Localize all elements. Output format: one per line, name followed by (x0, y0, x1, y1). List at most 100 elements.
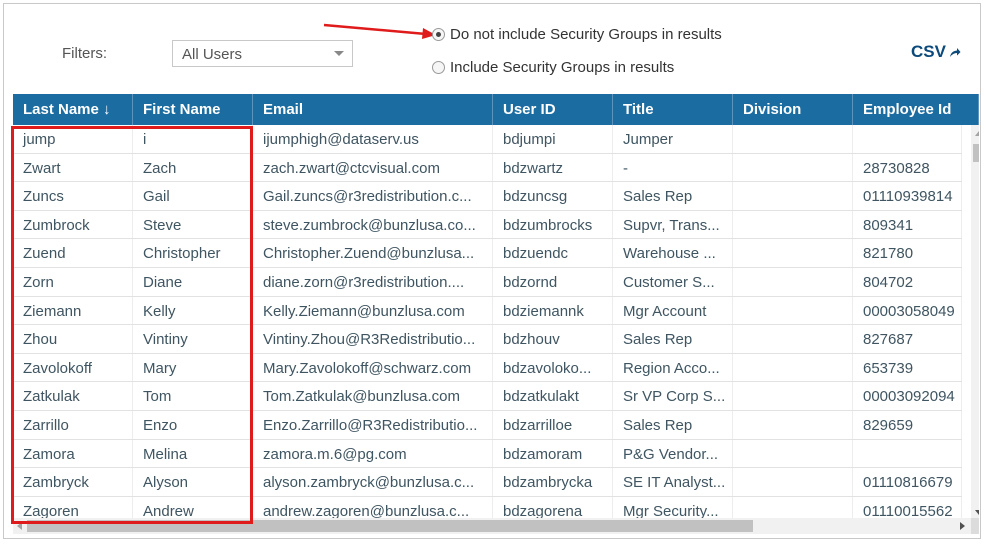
cell-division (733, 239, 853, 267)
cell-employee-id: 00003092094 (853, 382, 962, 410)
table-row[interactable]: Zhou Vintiny Vintiny.Zhou@R3Redistributio.… (13, 325, 962, 354)
cell-first-name: Alyson (133, 468, 253, 496)
table-row[interactable]: Zorn Diane diane.zorn@r3redistribution....… (13, 267, 962, 297)
cell-user-id: bdzuncsg (493, 182, 613, 210)
table-row[interactable]: Zuncs Gail Gail.zuncs@r3redistribution.c..… (13, 182, 962, 211)
table-row[interactable]: Zuend Christopher Christopher.Zuend@bunzlu… (13, 239, 962, 268)
cell-email: ijumphigh@dataserv.us (253, 125, 493, 153)
cell-user-id: bdzambrycka (493, 468, 613, 496)
col-header-last-name[interactable]: Last Name ↓ (13, 94, 133, 125)
cell-division (733, 382, 853, 410)
cell-user-id: bdzatkulakt (493, 382, 613, 410)
cell-first-name: Mary (133, 353, 253, 382)
cell-division (733, 410, 853, 439)
col-header-division[interactable]: Division (733, 94, 853, 125)
csv-export-button[interactable]: CSV (911, 42, 961, 62)
users-panel: Filters: All Users Do not include Securi… (3, 3, 981, 539)
cell-division (733, 153, 853, 182)
cell-email: alyson.zambryck@bunzlusa.c... (253, 468, 493, 496)
cell-title: Sr VP Corp S... (613, 382, 733, 410)
grid-header: Last Name ↓ First Name Email User ID Tit… (13, 94, 979, 125)
cell-email: Vintiny.Zhou@R3Redistributio... (253, 325, 493, 353)
horizontal-scrollbar[interactable] (13, 518, 971, 534)
cell-title: Sales Rep (613, 325, 733, 353)
cell-email: steve.zumbrock@bunzlusa.co... (253, 210, 493, 239)
cell-employee-id: 653739 (853, 353, 962, 382)
vertical-scroll-thumb[interactable] (973, 144, 979, 162)
cell-first-name: Zach (133, 153, 253, 182)
cell-last-name: Zuncs (13, 182, 133, 210)
cell-first-name: Enzo (133, 410, 253, 439)
table-row[interactable]: Zarrillo Enzo Enzo.Zarrillo@R3Redistributi… (13, 410, 962, 440)
exclude-security-groups-option[interactable]: Do not include Security Groups in result… (432, 26, 722, 43)
cell-last-name: Zamora (13, 439, 133, 468)
cell-first-name: Gail (133, 182, 253, 210)
cell-user-id: bdzavoloko... (493, 353, 613, 382)
grid-body: jump i ijumphigh@dataserv.us bdjumpi Jumper Z… (13, 125, 962, 534)
cell-first-name: Christopher (133, 239, 253, 267)
cell-title: Jumper (613, 125, 733, 153)
cell-last-name: Zatkulak (13, 382, 133, 410)
cell-employee-id: 804702 (853, 267, 962, 296)
table-row[interactable]: Ziemann Kelly Kelly.Ziemann@bunzlusa.com bd… (13, 296, 962, 326)
cell-first-name: Tom (133, 382, 253, 410)
users-grid: Last Name ↓ First Name Email User ID Tit… (13, 94, 979, 534)
col-header-employee-id[interactable]: Employee Id (853, 94, 979, 125)
cell-last-name: Zorn (13, 267, 133, 296)
table-row[interactable]: Zatkulak Tom Tom.Zatkulak@bunzlusa.com bdza… (13, 382, 962, 411)
cell-title: Warehouse ... (613, 239, 733, 267)
cell-user-id: bdzarrilloe (493, 410, 613, 439)
cell-division (733, 468, 853, 496)
table-row[interactable]: jump i ijumphigh@dataserv.us bdjumpi Jumper (13, 125, 962, 154)
col-header-first-name[interactable]: First Name (133, 94, 253, 125)
col-header-user-id[interactable]: User ID (493, 94, 613, 125)
cell-user-id: bdzamoram (493, 439, 613, 468)
horizontal-scroll-thumb[interactable] (27, 520, 753, 532)
cell-employee-id: 821780 (853, 239, 962, 267)
vertical-scrollbar[interactable] (971, 125, 979, 521)
cell-user-id: bdjumpi (493, 125, 613, 153)
scroll-down-icon[interactable] (975, 510, 979, 515)
radio-exclude[interactable] (432, 28, 445, 41)
cell-email: Tom.Zatkulak@bunzlusa.com (253, 382, 493, 410)
cell-email: Christopher.Zuend@bunzlusa... (253, 239, 493, 267)
col-header-email[interactable]: Email (253, 94, 493, 125)
cell-email: Mary.Zavolokoff@schwarz.com (253, 353, 493, 382)
cell-first-name: Diane (133, 267, 253, 296)
table-row[interactable]: Zavolokoff Mary Mary.Zavolokoff@schwarz.co… (13, 353, 962, 383)
scroll-right-icon[interactable] (960, 522, 965, 530)
include-security-groups-label: Include Security Groups in results (450, 59, 675, 76)
table-row[interactable]: Zamora Melina zamora.m.6@pg.com bdzamoram P&… (13, 439, 962, 469)
cell-last-name: Zumbrock (13, 210, 133, 239)
scroll-up-icon[interactable] (975, 131, 979, 136)
cell-division (733, 439, 853, 468)
cell-title: Supvr, Trans... (613, 210, 733, 239)
cell-last-name: Zhou (13, 325, 133, 353)
cell-title: Region Acco... (613, 353, 733, 382)
cell-first-name: Steve (133, 210, 253, 239)
col-header-title[interactable]: Title (613, 94, 733, 125)
cell-division (733, 353, 853, 382)
table-row[interactable]: Zumbrock Steve steve.zumbrock@bunzlusa.co.… (13, 210, 962, 240)
table-row[interactable]: Zambryck Alyson alyson.zambryck@bunzlusa.c… (13, 468, 962, 497)
scrollbar-corner (971, 518, 979, 534)
cell-email: diane.zorn@r3redistribution.... (253, 267, 493, 296)
cell-last-name: Ziemann (13, 296, 133, 325)
radio-include[interactable] (432, 61, 445, 74)
table-row[interactable]: Zwart Zach zach.zwart@ctcvisual.com bdzwart… (13, 153, 962, 183)
cell-employee-id: 829659 (853, 410, 962, 439)
cell-title: SE IT Analyst... (613, 468, 733, 496)
filters-label: Filters: (62, 45, 107, 62)
cell-first-name: Vintiny (133, 325, 253, 353)
include-security-groups-option[interactable]: Include Security Groups in results (432, 59, 674, 76)
cell-last-name: jump (13, 125, 133, 153)
filter-select[interactable]: All Users (172, 40, 353, 67)
scroll-left-icon[interactable] (17, 522, 22, 530)
chevron-down-icon (334, 51, 344, 56)
cell-email: zach.zwart@ctcvisual.com (253, 153, 493, 182)
cell-last-name: Zuend (13, 239, 133, 267)
share-arrow-icon (949, 48, 961, 57)
cell-first-name: i (133, 125, 253, 153)
cell-division (733, 182, 853, 210)
cell-title: Mgr Account (613, 296, 733, 325)
